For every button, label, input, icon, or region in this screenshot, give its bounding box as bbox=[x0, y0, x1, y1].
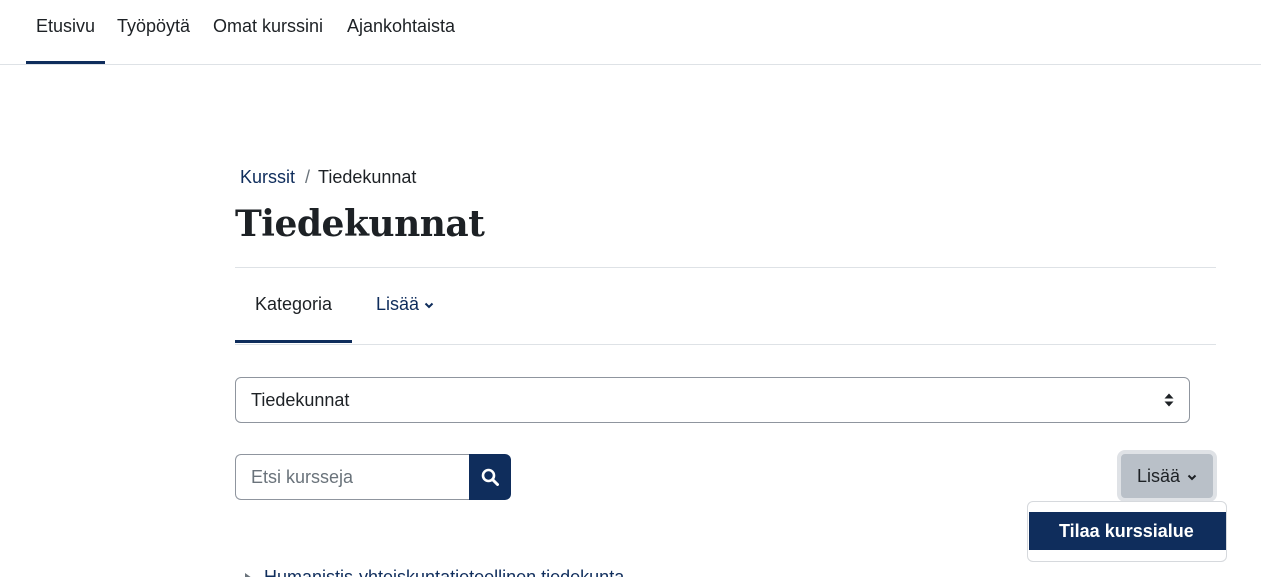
updown-arrows-icon bbox=[1164, 393, 1174, 407]
category-list-item[interactable]: Humanistis-yhteiskuntatieteellinen tiede… bbox=[245, 567, 624, 577]
nav-item-etusivu[interactable]: Etusivu bbox=[26, 0, 106, 64]
tab-more[interactable]: Lisää bbox=[356, 268, 455, 343]
search-icon bbox=[481, 468, 499, 486]
menu-item-subscribe-category[interactable]: Tilaa kurssialue bbox=[1029, 512, 1226, 550]
search-button[interactable] bbox=[469, 454, 511, 500]
breadcrumb-link-kurssit[interactable]: Kurssit bbox=[240, 167, 295, 187]
tab-more-label: Lisää bbox=[376, 294, 420, 314]
page-title: Tiedekunnat bbox=[235, 203, 485, 245]
breadcrumb: Kurssit / Tiedekunnat bbox=[240, 167, 416, 188]
more-actions-dropdown: Tilaa kurssialue bbox=[1027, 501, 1227, 562]
nav-item-ajankohtaista[interactable]: Ajankohtaista bbox=[337, 0, 465, 64]
more-actions-button[interactable]: Lisää bbox=[1117, 450, 1217, 502]
expand-triangle-icon[interactable] bbox=[245, 573, 252, 577]
more-actions-label: Lisää bbox=[1137, 466, 1181, 486]
category-select-value: Tiedekunnat bbox=[251, 390, 350, 410]
chevron-down-icon bbox=[1187, 475, 1197, 481]
tab-kategoria[interactable]: Kategoria bbox=[235, 268, 353, 343]
secondary-navigation: Kategoria Lisää bbox=[235, 268, 1216, 345]
search-input[interactable] bbox=[235, 454, 471, 500]
category-select[interactable]: Tiedekunnat bbox=[235, 377, 1190, 423]
breadcrumb-current: Tiedekunnat bbox=[318, 167, 417, 187]
nav-item-tyopoyta[interactable]: Työpöytä bbox=[107, 0, 200, 64]
category-name[interactable]: Humanistis-yhteiskuntatieteellinen tiede… bbox=[264, 567, 624, 577]
chevron-down-icon bbox=[424, 303, 434, 309]
nav-item-omat-kurssini[interactable]: Omat kurssini bbox=[203, 0, 333, 64]
breadcrumb-separator: / bbox=[305, 167, 311, 187]
primary-navigation: Etusivu Työpöytä Omat kurssini Ajankohta… bbox=[0, 0, 1261, 65]
